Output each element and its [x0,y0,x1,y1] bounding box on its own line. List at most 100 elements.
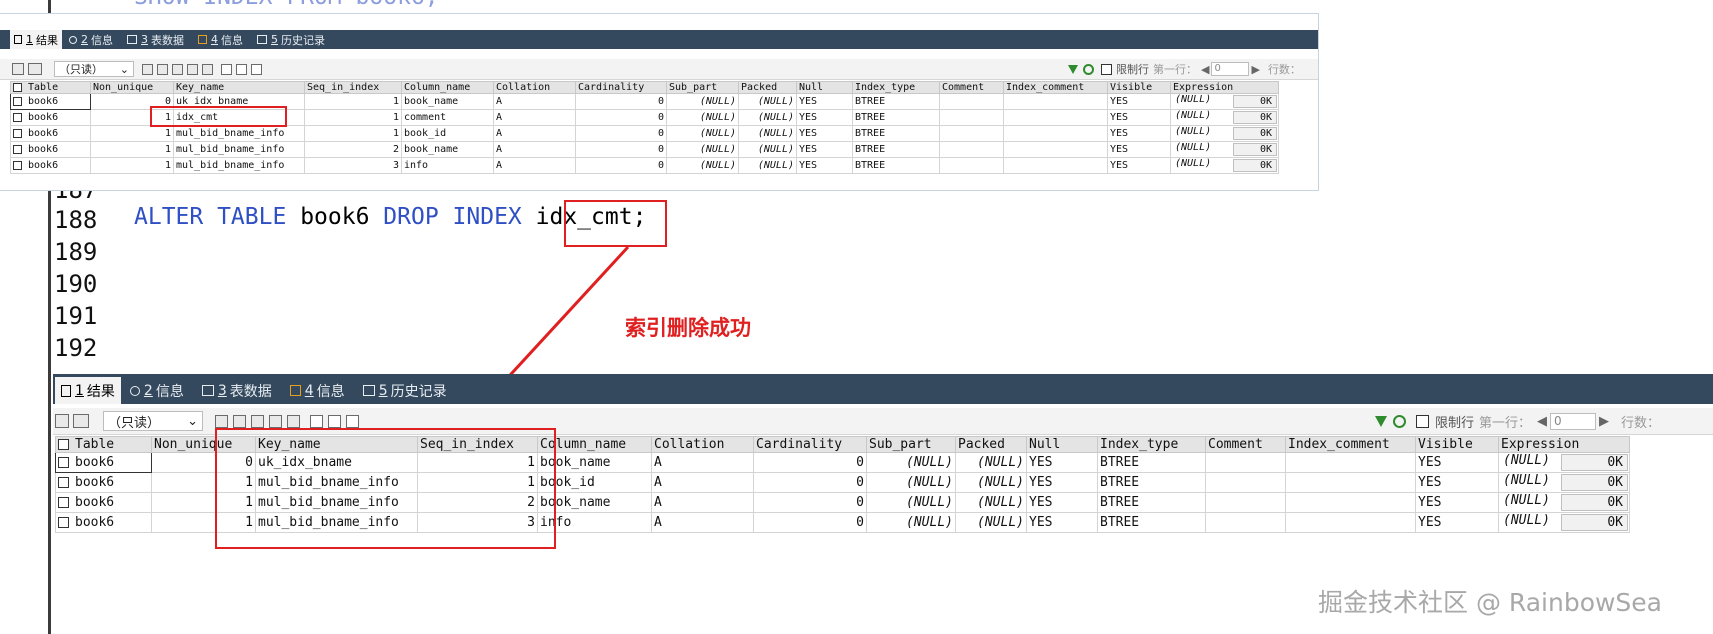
tab-table-data[interactable]: 3 表数据 [120,30,191,49]
tab-history[interactable]: 5 历史记录 [250,30,332,49]
table-cell[interactable]: book_id [401,125,494,142]
column-header[interactable]: Visible [1415,436,1499,453]
export-icon[interactable] [12,63,24,75]
table-cell[interactable] [1205,472,1286,493]
import-icon[interactable] [73,414,89,428]
table-cell[interactable]: (NULL) [738,109,797,126]
table-cell[interactable]: mul_bid_bname_info [173,157,305,174]
table-cell[interactable]: 0 [575,93,667,110]
table-cell[interactable] [1003,141,1108,158]
column-header[interactable]: Index_comment [1003,81,1108,94]
table-cell[interactable]: 0 [575,125,667,142]
blob-size-button[interactable]: 0K [1233,111,1277,124]
table-cell[interactable]: (NULL) [866,512,956,533]
table-cell[interactable]: (NULL) 0K [1170,141,1279,158]
table-cell[interactable]: (NULL) [666,141,739,158]
table-cell[interactable]: BTREE [1097,472,1206,493]
text-view-icon[interactable] [251,63,262,75]
table-cell[interactable] [1003,125,1108,142]
next-icon[interactable]: ▶ [1599,414,1609,429]
row-checkbox[interactable] [13,160,22,170]
blob-size-button[interactable]: 0K [1561,454,1628,471]
table-cell[interactable]: comment [401,109,494,126]
table-cell[interactable]: (NULL) [955,452,1027,473]
row-checkbox[interactable] [58,497,69,508]
table-cell[interactable]: A [651,452,754,473]
table-cell[interactable]: book6 [55,452,152,473]
table-cell[interactable] [1003,109,1108,126]
table-cell[interactable]: YES [1107,141,1171,158]
table-cell[interactable] [939,109,1004,126]
table-cell[interactable]: (NULL) [666,157,739,174]
first-row-input[interactable]: 0 [1211,62,1250,76]
table-cell[interactable]: (NULL) [866,492,956,513]
delete-icon[interactable] [269,414,282,428]
table-cell[interactable]: 1 [90,141,174,158]
revert-icon[interactable] [287,414,300,428]
table-cell[interactable]: YES [1415,512,1499,533]
prev-icon[interactable]: ◀ [1201,63,1209,76]
column-header[interactable]: Index_type [852,81,940,94]
column-header[interactable]: Cardinality [575,81,667,94]
table-cell[interactable]: 0 [753,452,867,473]
table-cell[interactable]: book_name [401,93,494,110]
tab-history[interactable]: 5 历史记录 [354,377,456,404]
table-row[interactable]: book6 1 mul_bid_bname_info 3 info A 0 (NULL) (NU… [10,157,1279,174]
export-icon[interactable] [55,414,69,428]
table-cell[interactable]: YES [1026,512,1098,533]
table-cell[interactable]: 0 [753,472,867,493]
table-cell[interactable]: (NULL) 0K [1498,492,1630,513]
prev-icon[interactable]: ◀ [1537,414,1547,429]
table-cell[interactable]: BTREE [1097,492,1206,513]
blob-size-button[interactable]: 0K [1233,95,1277,108]
table-cell[interactable]: (NULL) 0K [1170,125,1279,142]
revert-icon[interactable] [202,63,213,75]
result-grid-before[interactable]: Table Non_unique Key_name Seq_in_index Colum… [10,81,1279,174]
table-cell[interactable]: 2 [304,141,402,158]
table-cell[interactable]: (NULL) [666,125,739,142]
table-cell[interactable]: YES [796,141,853,158]
table-cell[interactable]: (NULL) [955,492,1027,513]
table-cell[interactable]: (NULL) 0K [1498,512,1630,533]
next-icon[interactable]: ▶ [1251,63,1259,76]
table-cell[interactable]: (NULL) [738,93,797,110]
column-header[interactable]: Expression [1170,81,1279,94]
tab-result[interactable]: 1 结果 [10,30,62,49]
table-cell[interactable] [1205,452,1286,473]
insert-row-icon[interactable] [215,414,228,428]
tab-info-2[interactable]: 4 信息 [281,377,354,404]
table-cell[interactable]: BTREE [852,109,940,126]
table-cell[interactable]: (NULL) 0K [1170,93,1279,110]
column-header[interactable]: Seq_in_index [304,81,402,94]
column-header[interactable]: Key_name [173,81,305,94]
table-cell[interactable]: 0 [575,157,667,174]
table-cell[interactable]: (NULL) [666,93,739,110]
table-cell[interactable]: A [651,492,754,513]
save-icon[interactable] [172,63,183,75]
blob-size-button[interactable]: 0K [1233,143,1277,156]
table-cell[interactable]: 1 [304,93,402,110]
column-header[interactable]: Index_type [1097,436,1206,453]
column-header[interactable]: Cardinality [753,436,867,453]
limit-rows-checkbox[interactable] [1101,63,1112,75]
table-cell[interactable]: 1 [304,109,402,126]
table-cell[interactable]: (NULL) [866,472,956,493]
column-header[interactable]: Table [10,81,91,94]
grid-view-icon[interactable] [310,414,323,428]
mode-select[interactable]: （只读） ⌄ [103,411,203,431]
table-cell[interactable]: A [651,512,754,533]
tab-info[interactable]: 2 信息 [62,30,120,49]
text-view-icon[interactable] [346,414,359,428]
column-header[interactable]: Packed [738,81,797,94]
column-header[interactable]: Comment [1205,436,1286,453]
table-cell[interactable]: 0 [753,492,867,513]
mode-select[interactable]: （只读） ⌄ [54,61,134,77]
table-cell[interactable] [1205,492,1286,513]
column-header[interactable]: Null [796,81,853,94]
tab-info[interactable]: 2 信息 [121,377,193,404]
tab-info-2[interactable]: 4 信息 [191,30,250,49]
table-cell[interactable]: book6 [55,472,152,493]
table-cell[interactable] [1285,512,1416,533]
column-header[interactable]: Expression [1498,436,1630,453]
column-header[interactable]: Non_unique [90,81,174,94]
